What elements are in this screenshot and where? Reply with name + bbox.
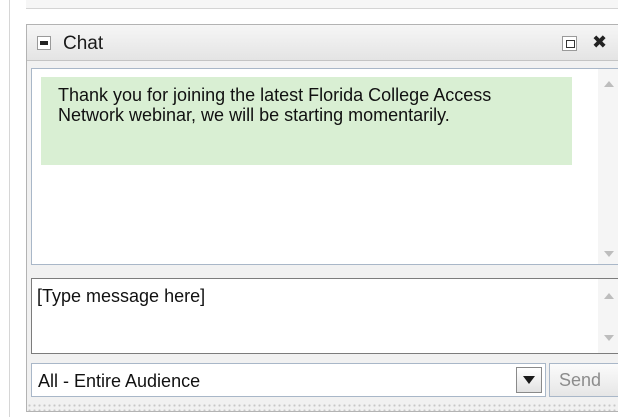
message-area: Thank you for joining the latest Florida… bbox=[31, 68, 618, 265]
message-input[interactable]: [Type message here] bbox=[31, 278, 618, 354]
audience-select[interactable]: All - Entire Audience bbox=[31, 363, 546, 397]
left-divider bbox=[9, 0, 10, 417]
scroll-up-icon[interactable] bbox=[604, 81, 614, 87]
message-input-text: [Type message here] bbox=[37, 286, 206, 306]
chat-title-bar: Chat ✖ bbox=[27, 25, 618, 61]
message-scrollbar[interactable] bbox=[598, 69, 618, 264]
chat-message: Thank you for joining the latest Florida… bbox=[41, 77, 572, 165]
chevron-down-icon bbox=[523, 376, 535, 384]
chat-title: Chat bbox=[63, 33, 104, 54]
audience-dropdown-button[interactable] bbox=[516, 367, 542, 393]
popout-icon[interactable] bbox=[562, 36, 577, 51]
input-scroll-up-icon[interactable] bbox=[604, 293, 614, 299]
audience-select-value: All - Entire Audience bbox=[38, 371, 201, 391]
input-scroll-down-icon[interactable] bbox=[604, 335, 614, 341]
previous-panel-edge bbox=[26, 0, 618, 9]
collapse-icon[interactable] bbox=[37, 36, 51, 50]
resize-grip[interactable] bbox=[27, 403, 618, 411]
send-button[interactable]: Send bbox=[549, 363, 618, 397]
chat-panel: Chat ✖ Thank you for joining the latest … bbox=[26, 24, 618, 412]
close-icon[interactable]: ✖ bbox=[592, 33, 607, 51]
scroll-down-icon[interactable] bbox=[604, 251, 614, 257]
input-scrollbar[interactable] bbox=[598, 279, 618, 353]
